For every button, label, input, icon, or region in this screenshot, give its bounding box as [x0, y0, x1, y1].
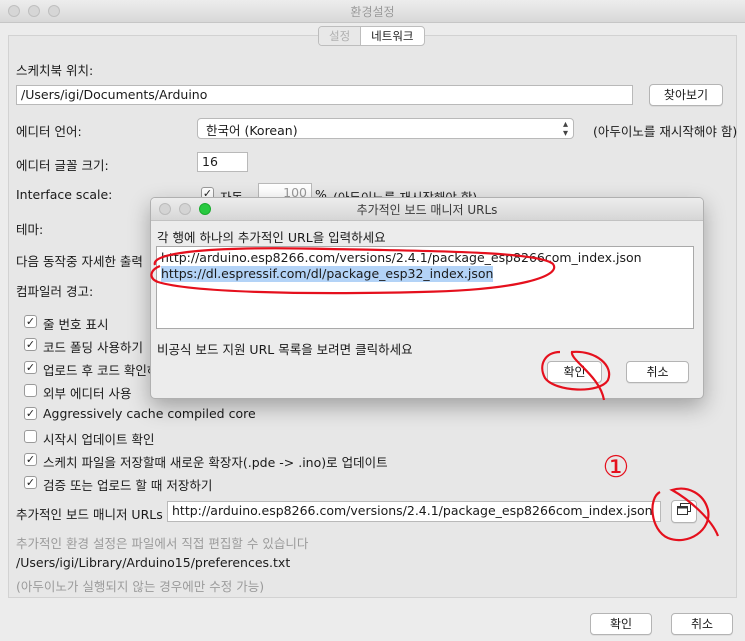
update-extension-checkbox[interactable]: ✓	[24, 453, 37, 466]
tab-settings[interactable]: 설정	[319, 27, 362, 45]
checkmark-icon: ✓	[25, 407, 36, 420]
external-editor-label: 외부 에디터 사용	[43, 386, 132, 401]
theme-label: 테마:	[16, 222, 44, 237]
window-stack-icon	[677, 503, 691, 518]
ok-button[interactable]: 확인	[590, 613, 652, 635]
save-on-verify-label: 검증 또는 업로드 할 때 저장하기	[43, 478, 213, 493]
check-updates-checkbox[interactable]	[24, 430, 37, 443]
editor-language-select[interactable]: 한국어 (Korean) ▴ ▾	[197, 118, 574, 139]
verify-after-upload-label: 업로드 후 코드 확인하	[43, 363, 159, 378]
sketchbook-location-input[interactable]: /Users/igi/Documents/Arduino	[16, 85, 633, 105]
checkmark-icon: ✓	[25, 338, 36, 351]
line-numbers-label: 줄 번호 표시	[43, 317, 109, 332]
window-titlebar: 환경설정	[0, 0, 745, 23]
chevron-updown-icon: ▴ ▾	[562, 119, 568, 139]
checkmark-icon: ✓	[25, 315, 36, 328]
preferences-path-note: (아두이노가 실행되지 않는 경우에만 수정 가능)	[16, 579, 265, 594]
more-preferences-note: 추가적인 환경 설정은 파일에서 직접 편집할 수 있습니다	[16, 536, 309, 551]
save-on-verify-checkbox[interactable]: ✓	[24, 476, 37, 489]
annotation-step-number: ①	[602, 450, 630, 485]
dialog-titlebar: 추가적인 보드 매니저 URLs	[151, 198, 703, 221]
open-urls-editor-button[interactable]	[671, 500, 697, 523]
verify-after-upload-checkbox[interactable]: ✓	[24, 361, 37, 374]
code-folding-checkbox[interactable]: ✓	[24, 338, 37, 351]
window-title: 환경설정	[350, 5, 395, 19]
cache-core-checkbox[interactable]: ✓	[24, 407, 37, 420]
editor-language-note: (아두이노를 재시작해야 함)	[593, 124, 738, 139]
font-size-input[interactable]: 16	[197, 152, 248, 172]
board-urls-dialog: 추가적인 보드 매니저 URLs 각 행에 하나의 추가적인 URL을 입력하세…	[150, 197, 704, 399]
board-urls-label: 추가적인 보드 매니저 URLs	[16, 507, 163, 522]
code-folding-label: 코드 폴딩 사용하기	[43, 340, 143, 355]
board-urls-textarea[interactable]: http://arduino.esp8266.com/versions/2.4.…	[156, 246, 694, 329]
cache-core-label: Aggressively cache compiled core	[43, 406, 256, 421]
preferences-tabs: 설정 네트워크	[318, 26, 425, 46]
preferences-path[interactable]: /Users/igi/Library/Arduino15/preferences…	[16, 555, 290, 570]
unofficial-boards-link[interactable]: 비공식 보드 지원 URL 목록을 보려면 클릭하세요	[157, 339, 413, 358]
checkmark-icon: ✓	[25, 453, 36, 466]
verbose-output-label: 다음 동작중 자세한 출력	[16, 254, 143, 269]
external-editor-checkbox[interactable]	[24, 384, 37, 397]
checkmark-icon: ✓	[25, 361, 36, 374]
sketchbook-label: 스케치북 위치:	[16, 63, 94, 78]
board-urls-input[interactable]: http://arduino.esp8266.com/versions/2.4.…	[167, 501, 661, 522]
compiler-warnings-label: 컴파일러 경고:	[16, 284, 94, 299]
line-numbers-checkbox[interactable]: ✓	[24, 315, 37, 328]
browse-button[interactable]: 찾아보기	[649, 84, 723, 106]
url-line: http://arduino.esp8266.com/versions/2.4.…	[161, 250, 642, 265]
tab-network[interactable]: 네트워크	[361, 27, 423, 45]
check-updates-label: 시작시 업데이트 확인	[43, 432, 155, 447]
update-extension-label: 스케치 파일을 저장할때 새로운 확장자(.pde -> .ino)로 업데이트	[43, 455, 388, 470]
editor-language-label: 에디터 언어:	[16, 124, 82, 139]
url-line-selected: https://dl.espressif.com/dl/package_esp3…	[161, 266, 494, 282]
dialog-instruction: 각 행에 하나의 추가적인 URL을 입력하세요	[157, 230, 386, 245]
dialog-cancel-button[interactable]: 취소	[626, 361, 689, 383]
interface-scale-label: Interface scale:	[16, 187, 113, 202]
font-size-label: 에디터 글꼴 크기:	[16, 158, 109, 173]
editor-language-value: 한국어 (Korean)	[206, 123, 298, 138]
dialog-title: 추가적인 보드 매니저 URLs	[356, 203, 498, 217]
checkmark-icon: ✓	[25, 476, 36, 489]
cancel-button[interactable]: 취소	[671, 613, 733, 635]
dialog-ok-button[interactable]: 확인	[547, 361, 602, 383]
